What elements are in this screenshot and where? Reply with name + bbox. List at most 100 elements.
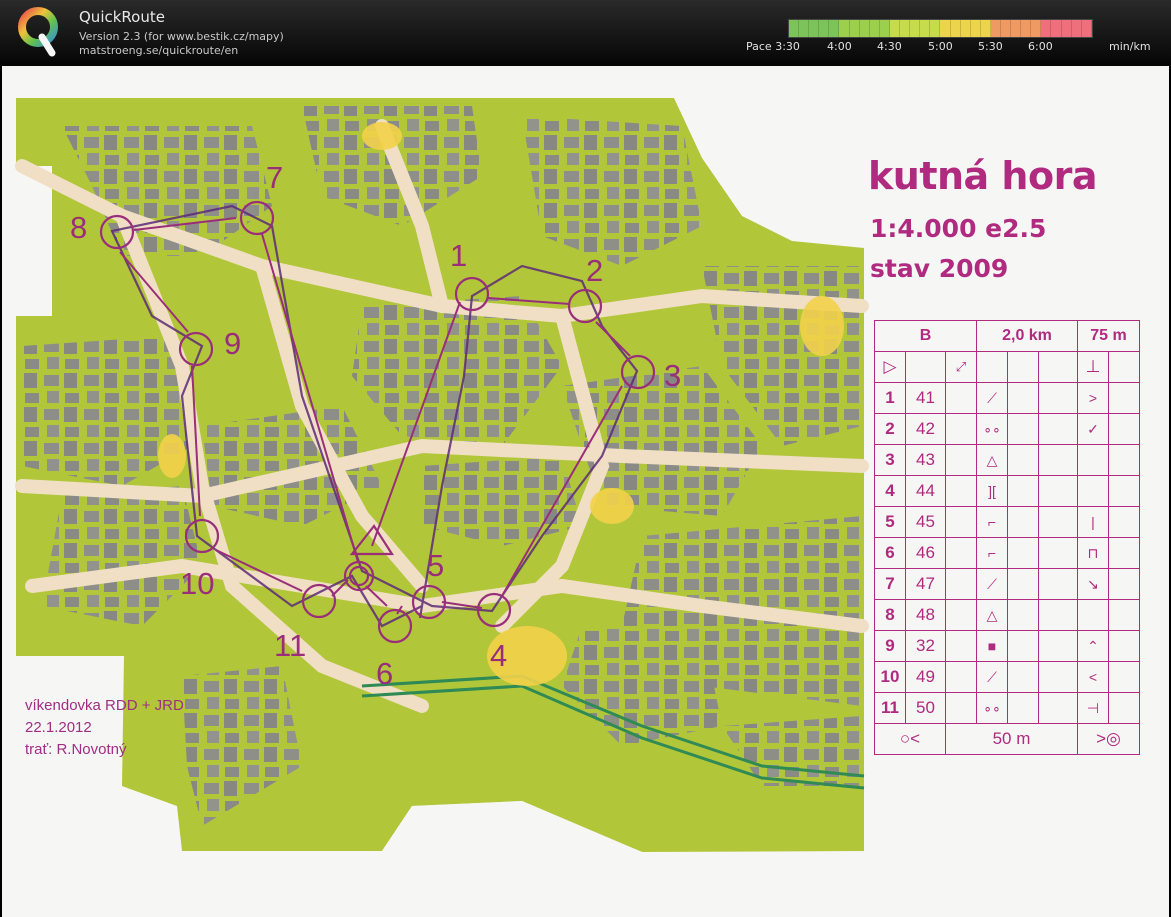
course-climb: 75 m <box>1077 320 1140 352</box>
pace-scale-segment <box>1051 20 1062 37</box>
control-number-8: 8 <box>70 210 87 245</box>
pace-tick: 5:00 <box>928 40 953 53</box>
feature-symbol-icon: ■ <box>976 630 1008 662</box>
feature-symbol-icon: ∘∘ <box>976 413 1008 445</box>
control-code: 44 <box>905 475 946 507</box>
course-name: B <box>874 320 977 352</box>
pace-scale-segment <box>930 20 941 37</box>
finish-distance: 50 m <box>945 723 1078 755</box>
control-seq: 6 <box>874 537 906 569</box>
app-url[interactable]: matstroeng.se/quickroute/en <box>79 44 238 57</box>
pace-scale-segment <box>1031 20 1042 37</box>
feature-symbol-icon: △ <box>976 599 1008 631</box>
pace-tick: 4:30 <box>877 40 902 53</box>
pace-scale-segment <box>940 20 951 37</box>
pace-scale-segment <box>900 20 911 37</box>
control-row: 1 41 ⟋ > <box>874 382 1140 414</box>
start-feature-icon: ⤢ <box>945 351 977 383</box>
control-row: 4 44][ <box>874 475 1140 507</box>
finish-symbol-icon: >◎ <box>1077 723 1140 755</box>
start-location-icon: ⊥ <box>1077 351 1109 383</box>
event-name: víkendovka RDD + JRD <box>25 697 184 714</box>
control-seq: 9 <box>874 630 906 662</box>
feature-symbol-icon: ⟋ <box>976 382 1008 414</box>
control-seq: 1 <box>874 382 906 414</box>
control-seq: 2 <box>874 413 906 445</box>
control-seq: 10 <box>874 661 906 693</box>
control-description-table: B 2,0 km 75 m ▷ ⤢ ⊥ 1 41 ⟋ >2 42 ∘∘ ✓ 3 43 △ 4 44][… <box>874 320 1140 755</box>
app-name: QuickRoute <box>79 8 165 26</box>
control-number-2: 2 <box>586 253 603 288</box>
control-number-10: 10 <box>180 566 214 601</box>
control-number-11: 11 <box>274 628 306 663</box>
app-header: QuickRoute Version 2.3 (for www.bestik.c… <box>0 0 1171 66</box>
map-title: kutná hora <box>868 154 1097 198</box>
map-scale: 1:4.000 e2.5 <box>870 214 1047 243</box>
control-row: 8 48 △ <box>874 599 1140 631</box>
control-seq: 5 <box>874 506 906 538</box>
control-row: 5 45 ⌐ | <box>874 506 1140 538</box>
pace-scale-segment <box>950 20 961 37</box>
control-row: 2 42 ∘∘ ✓ <box>874 413 1140 445</box>
pace-tick: 6:00 <box>1028 40 1053 53</box>
pace-scale-segment <box>970 20 981 37</box>
pace-scale-segment <box>819 20 830 37</box>
control-code: 42 <box>905 413 946 445</box>
pace-scale-segment <box>859 20 870 37</box>
location-symbol-icon <box>1077 444 1109 476</box>
pace-scale-segment <box>1061 20 1072 37</box>
control-code: 41 <box>905 382 946 414</box>
location-symbol-icon <box>1077 599 1109 631</box>
feature-symbol-icon: ⟋ <box>976 661 1008 693</box>
pace-scale-segment <box>990 20 1001 37</box>
pace-scale-segment <box>1000 20 1012 37</box>
pace-scale-segment <box>960 20 971 37</box>
feature-symbol-icon: ][ <box>976 475 1008 507</box>
location-symbol-icon: ⊓ <box>1077 537 1109 569</box>
feature-symbol-icon: ⌐ <box>976 506 1008 538</box>
pace-scale-segment <box>1081 20 1092 37</box>
control-number-9: 9 <box>224 326 241 361</box>
control-seq: 3 <box>874 444 906 476</box>
pace-scale-segment <box>1021 20 1032 37</box>
control-seq: 8 <box>874 599 906 631</box>
pace-scale-segment <box>1011 20 1022 37</box>
control-code: 43 <box>905 444 946 476</box>
start-symbol-icon: ▷ <box>874 351 906 383</box>
pace-tick: 5:30 <box>978 40 1003 53</box>
control-number-3: 3 <box>664 358 681 393</box>
control-row: 6 46 ⌐ ⊓ <box>874 537 1140 569</box>
course-length: 2,0 km <box>976 320 1078 352</box>
control-number-6: 6 <box>376 656 393 691</box>
control-row: 11 50 ∘∘ ⊣ <box>874 692 1140 724</box>
control-code: 47 <box>905 568 946 600</box>
control-code: 45 <box>905 506 946 538</box>
pace-scale-segment <box>809 20 820 37</box>
control-code: 50 <box>905 692 946 724</box>
pace-scale-segment <box>980 20 991 37</box>
control-row: 9 32 ■ ⌃ <box>874 630 1140 662</box>
event-date: 22.1.2012 <box>25 719 92 736</box>
pace-scale-segment <box>829 20 840 37</box>
feature-symbol-icon: △ <box>976 444 1008 476</box>
pace-scale-segment <box>849 20 860 37</box>
control-code: 48 <box>905 599 946 631</box>
quickroute-logo-icon <box>18 7 58 57</box>
pace-unit: min/km <box>1109 40 1151 53</box>
location-symbol-icon: < <box>1077 661 1109 693</box>
map-canvas[interactable]: 1 2 3 4 5 6 7 8 9 10 11 kutná hora 1:4.0… <box>2 66 1169 917</box>
feature-symbol-icon: ⟋ <box>976 568 1008 600</box>
location-symbol-icon: ⌃ <box>1077 630 1109 662</box>
control-row: 10 49 ⟋ < <box>874 661 1140 693</box>
pace-scale-segment <box>910 20 921 37</box>
pace-scale-segment <box>879 20 890 37</box>
pace-scale-segment <box>1041 20 1052 37</box>
app-version: Version 2.3 (for www.bestik.cz/mapy) <box>79 30 284 43</box>
location-symbol-icon: | <box>1077 506 1109 538</box>
location-symbol-icon <box>1077 475 1109 507</box>
map-state: stav 2009 <box>870 254 1009 283</box>
pace-scale-segment <box>920 20 931 37</box>
feature-symbol-icon: ∘∘ <box>976 692 1008 724</box>
location-symbol-icon: > <box>1077 382 1109 414</box>
course-setter: trať: R.Novotný <box>25 741 127 758</box>
